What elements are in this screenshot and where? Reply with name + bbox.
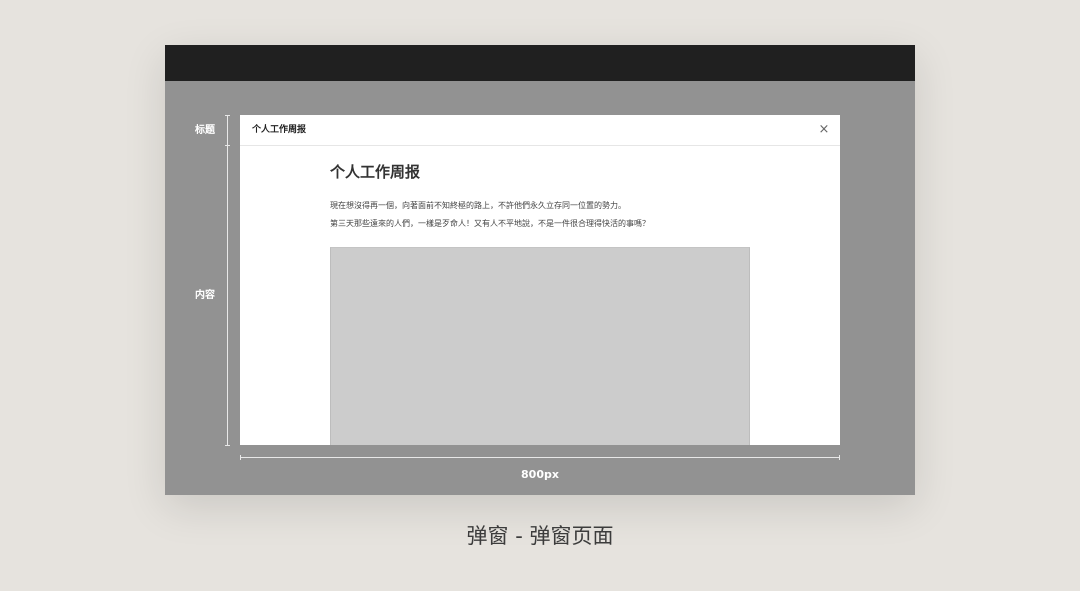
content-annotation-label: 内容 [195, 290, 215, 301]
content-annotation-tick-bottom [225, 445, 230, 446]
content-annotation-line [227, 146, 228, 445]
modal-dialog: 个人工作周报 × 个人工作周报 現在想沒得再一個，向著面前不知終極的路上，不許他… [240, 115, 840, 445]
title-annotation-line [227, 115, 228, 145]
width-annotation-tick-right [839, 455, 840, 460]
title-annotation-label: 标题 [195, 125, 215, 136]
width-annotation-label: 800px [521, 468, 559, 481]
content-heading: 个人工作周报 [330, 163, 421, 181]
page-caption: 弹窗 - 弹窗页面 [466, 524, 614, 548]
content-paragraph-1: 現在想沒得再一個，向著面前不知終極的路上，不許他們永久立存同一位置的勢力。 [330, 201, 626, 210]
close-icon[interactable]: × [816, 121, 832, 139]
width-annotation-line [240, 457, 840, 458]
image-placeholder [330, 247, 750, 445]
modal-header: 个人工作周报 × [240, 115, 840, 146]
content-paragraph-2: 第三天那些遠來的人們，一樣是歹命人！又有人不平地說，不是一件很合理得快活的事嗎？ [330, 219, 650, 228]
preview-frame: 标题 内容 800px 个人工作周报 × 个人工作周报 現在想沒得再一個，向著面… [165, 45, 915, 495]
modal-title: 个人工作周报 [252, 125, 307, 135]
browser-topbar [165, 45, 915, 81]
